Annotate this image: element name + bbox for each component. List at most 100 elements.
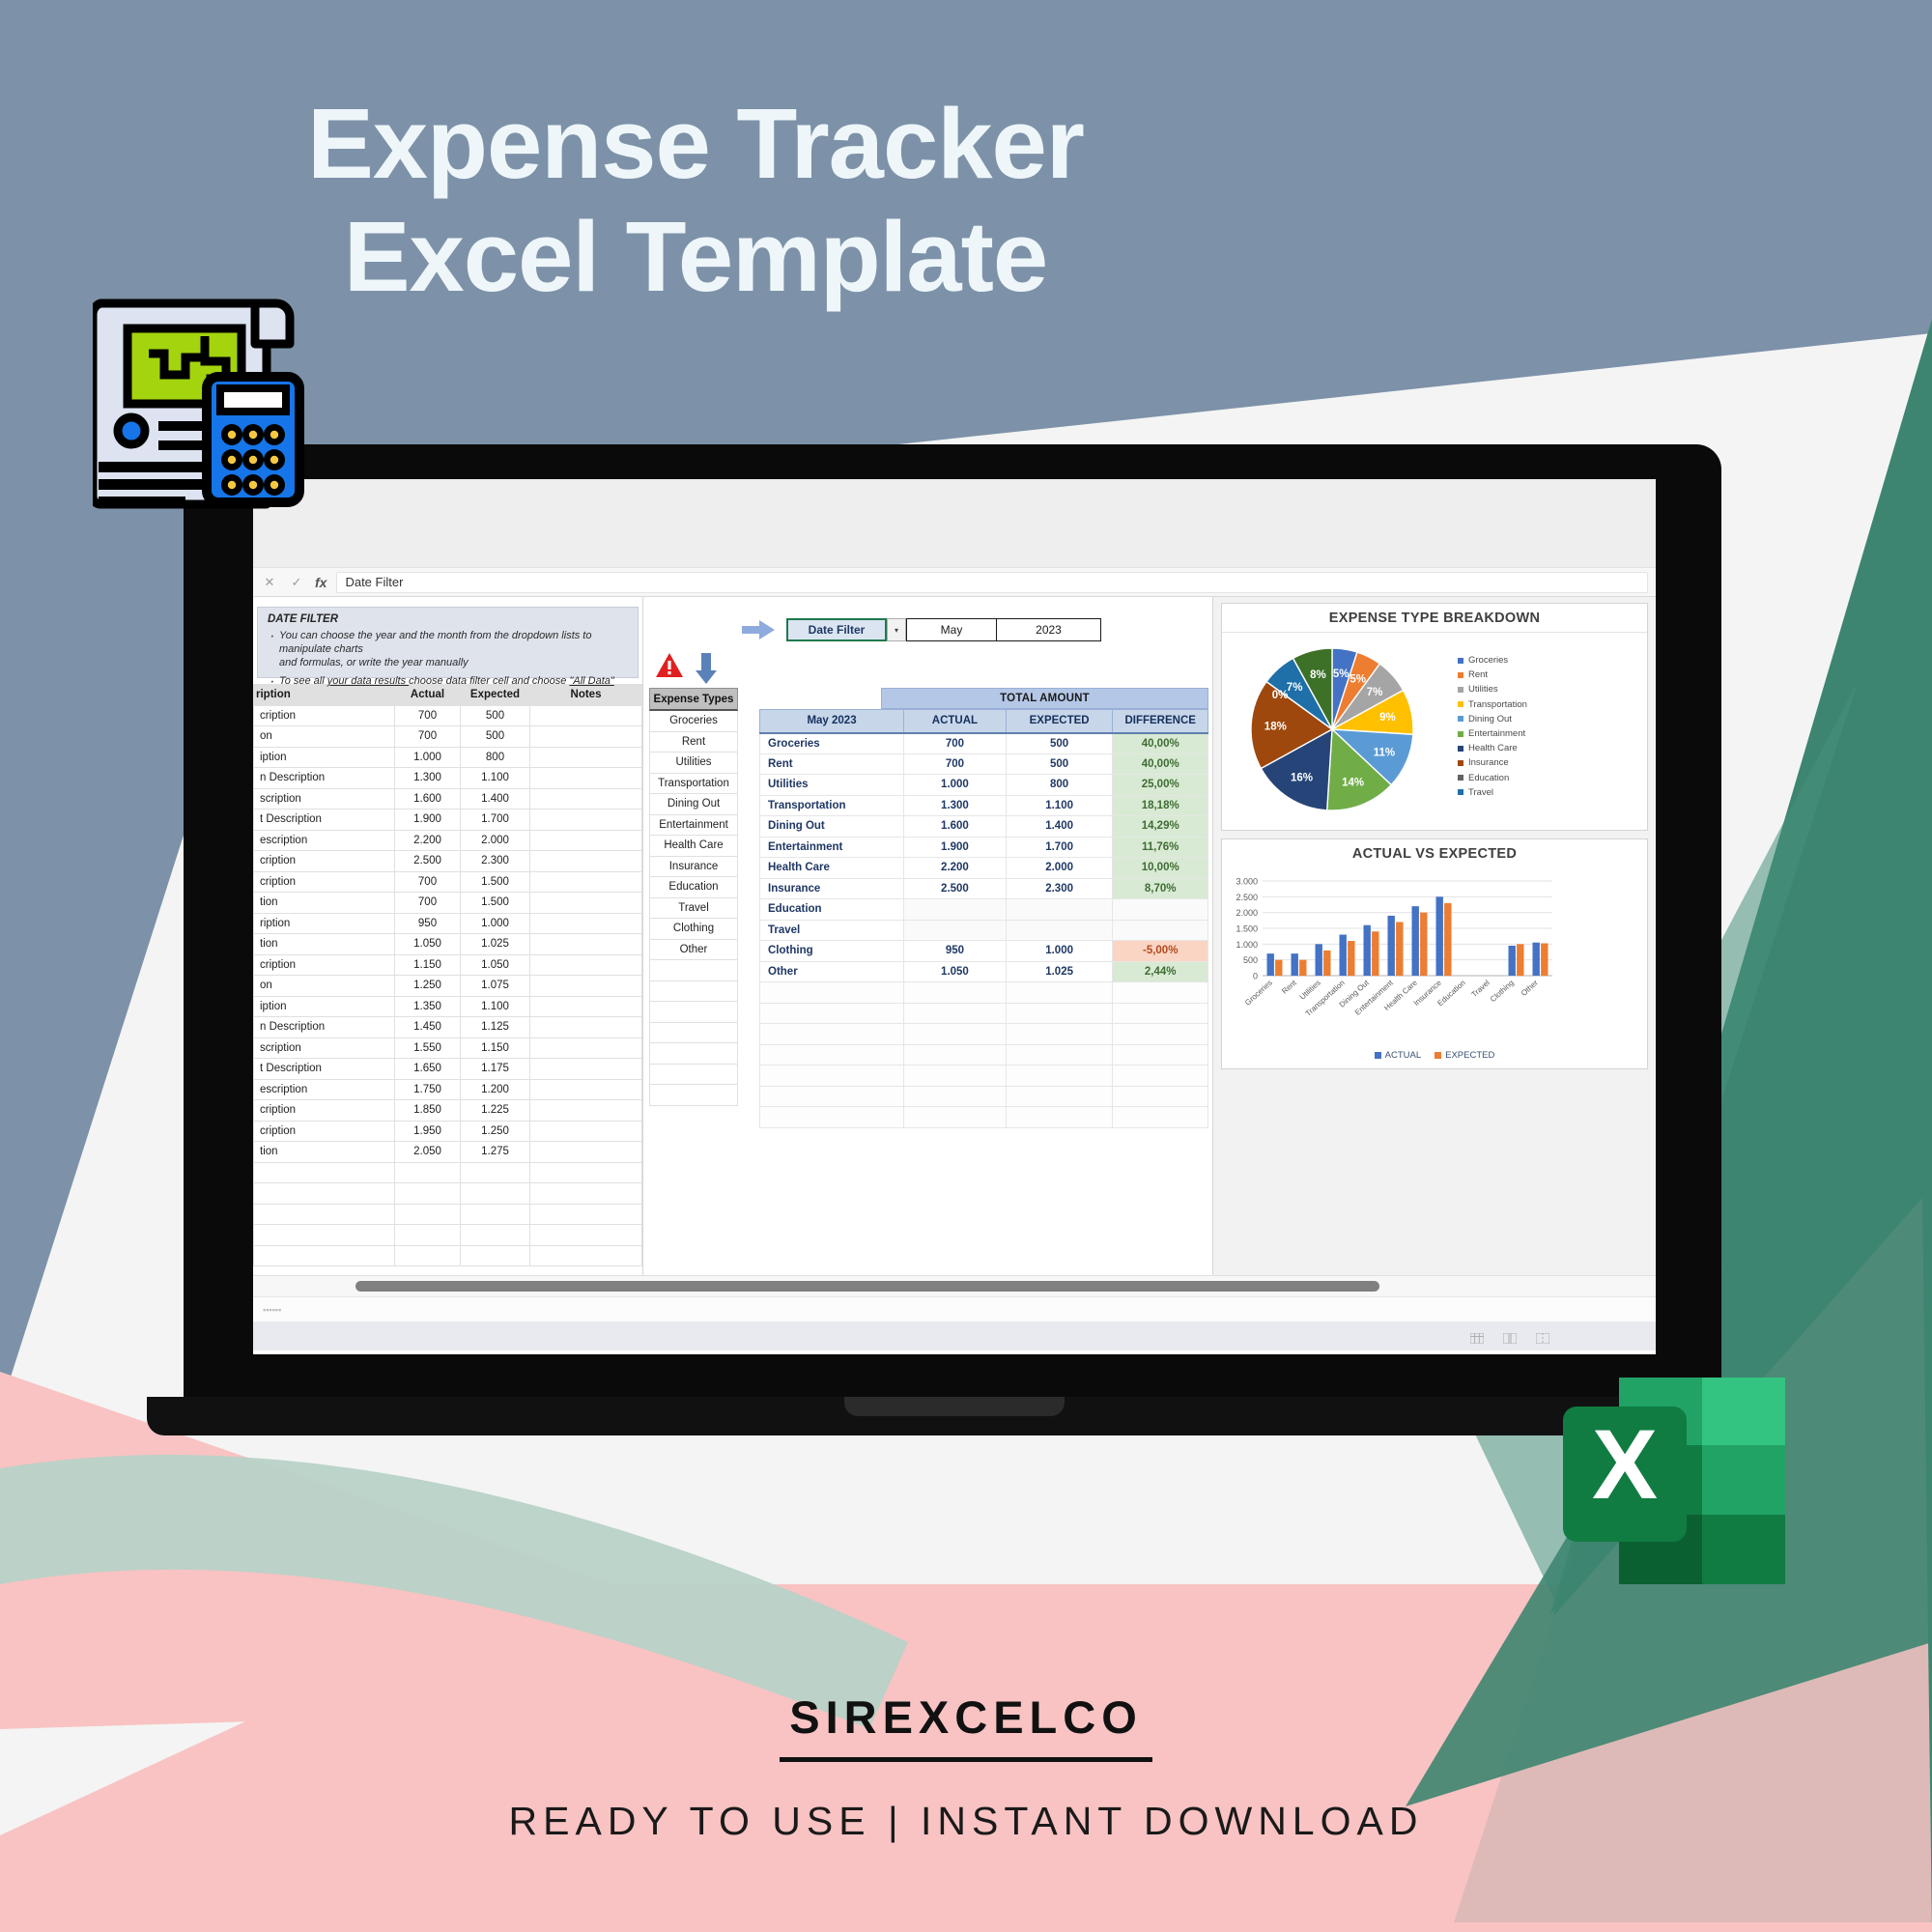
page-layout-icon[interactable] <box>1502 1331 1518 1344</box>
table-row-empty[interactable]: .... <box>758 1085 1208 1107</box>
table-row[interactable]: Travel <box>758 919 1208 941</box>
horizontal-scrollbar[interactable] <box>253 1275 1656 1296</box>
cell-notes[interactable] <box>529 725 642 748</box>
table-row-empty[interactable]: .... <box>758 1065 1208 1087</box>
insert-function-icon[interactable]: fx <box>315 575 327 590</box>
expense-type-item[interactable]: Transportation <box>649 773 738 794</box>
table-row[interactable]: Clothing 950 1.000 -5,00% <box>758 940 1208 962</box>
cell-notes[interactable] <box>529 1099 642 1122</box>
formula-input[interactable]: Date Filter <box>336 571 1648 593</box>
table-row[interactable]: scription 1.550 1.150 <box>253 1037 642 1059</box>
table-row[interactable]: tion 1.050 1.025 <box>253 933 642 955</box>
table-row[interactable]: Education <box>758 898 1208 921</box>
actual-vs-expected-chart[interactable]: ACTUAL VS EXPECTED 0 500 1.000 1.500 2.000 2.… <box>1221 838 1648 1069</box>
expense-type-item[interactable]: Entertainment <box>649 814 738 836</box>
cell-notes[interactable] <box>529 892 642 914</box>
table-row[interactable]: tion 700 1.500 <box>253 892 642 914</box>
cell-notes[interactable] <box>529 850 642 872</box>
table-row[interactable]: cription 1.850 1.225 <box>253 1099 642 1122</box>
cell-notes[interactable] <box>529 787 642 810</box>
sheet-tabs-bar[interactable]: ▪▪▪▪▪▪ <box>253 1296 1656 1321</box>
expense-type-item[interactable]: Clothing <box>649 919 738 940</box>
table-row[interactable]: iption 1.000 800 <box>253 746 642 768</box>
table-row[interactable]: on 1.250 1.075 <box>253 975 642 997</box>
date-filter-cell[interactable]: Date Filter <box>786 618 887 641</box>
expense-type-item[interactable]: Other <box>649 939 738 960</box>
table-row[interactable]: cription 700 1.500 <box>253 870 642 893</box>
table-row[interactable]: cription 2.500 2.300 <box>253 850 642 872</box>
table-row[interactable]: cription 1.950 1.250 <box>253 1120 642 1142</box>
table-row[interactable]: Dining Out 1.600 1.400 14,29% <box>758 815 1208 838</box>
table-row[interactable]: scription 1.600 1.400 <box>253 787 642 810</box>
page-break-icon[interactable] <box>1535 1331 1550 1344</box>
table-row[interactable]: escription 1.750 1.200 <box>253 1078 642 1100</box>
expense-type-item[interactable]: Insurance <box>649 856 738 877</box>
table-row[interactable]: Health Care 2.200 2.000 10,00% <box>758 857 1208 879</box>
cell-notes[interactable] <box>529 704 642 726</box>
table-row-empty[interactable]: .... <box>758 1043 1208 1065</box>
table-row[interactable]: iption 1.350 1.100 <box>253 995 642 1017</box>
year-cell[interactable]: 2023 <box>997 618 1101 641</box>
cell-notes[interactable] <box>529 933 642 955</box>
expense-type-item[interactable]: Utilities <box>649 753 738 774</box>
table-row[interactable]: ription 950 1.000 <box>253 912 642 934</box>
table-row[interactable]: Rent 700 500 40,00% <box>758 753 1208 775</box>
expense-type-item-empty[interactable]: . <box>649 1043 738 1065</box>
cell-notes[interactable] <box>529 1058 642 1080</box>
normal-view-icon[interactable] <box>1469 1331 1485 1344</box>
expense-type-item-empty[interactable]: . <box>649 1064 738 1085</box>
expense-type-item-empty[interactable]: . <box>649 1022 738 1043</box>
table-row-empty[interactable] <box>253 1182 642 1205</box>
table-row-empty[interactable]: .... <box>758 1002 1208 1024</box>
table-row-empty[interactable]: .... <box>758 981 1208 1004</box>
table-row[interactable]: cription 1.150 1.050 <box>253 953 642 976</box>
table-row-empty[interactable] <box>253 1244 642 1266</box>
table-row-empty[interactable] <box>253 1203 642 1225</box>
cell-notes[interactable] <box>529 767 642 789</box>
table-row[interactable]: n Description 1.450 1.125 <box>253 1016 642 1038</box>
table-row[interactable]: Transportation 1.300 1.100 18,18% <box>758 794 1208 816</box>
cell-notes[interactable] <box>529 995 642 1017</box>
expense-type-item[interactable]: Education <box>649 877 738 898</box>
formula-cancel-icon[interactable]: ✕ <box>261 575 278 590</box>
table-row[interactable]: tion 2.050 1.275 <box>253 1141 642 1163</box>
cell-notes[interactable] <box>529 975 642 997</box>
sheet-tab[interactable]: ▪▪▪▪▪▪ <box>263 1305 281 1315</box>
table-row[interactable]: cription 700 500 <box>253 704 642 726</box>
table-row[interactable]: escription 2.200 2.000 <box>253 829 642 851</box>
scrollbar-thumb[interactable] <box>355 1281 1379 1292</box>
cell-notes[interactable] <box>529 870 642 893</box>
table-row[interactable]: t Description 1.900 1.700 <box>253 809 642 831</box>
table-row[interactable]: Groceries 700 500 40,00% <box>758 732 1208 754</box>
cell-notes[interactable] <box>529 1141 642 1163</box>
table-row-empty[interactable] <box>253 1224 642 1246</box>
table-row[interactable]: n Description 1.300 1.100 <box>253 767 642 789</box>
cell-notes[interactable] <box>529 746 642 768</box>
cell-notes[interactable] <box>529 829 642 851</box>
expense-type-item[interactable]: Health Care <box>649 836 738 857</box>
cell-notes[interactable] <box>529 953 642 976</box>
table-row-empty[interactable]: .... <box>758 1023 1208 1045</box>
expense-type-item-empty[interactable]: . <box>649 1002 738 1023</box>
expense-type-item[interactable]: Dining Out <box>649 794 738 815</box>
expense-type-breakdown-chart[interactable]: EXPENSE TYPE BREAKDOWN 5% 5% 7% 9% 11% 14% 16%… <box>1221 603 1648 831</box>
expense-type-item-empty[interactable]: . <box>649 980 738 1002</box>
expense-type-item-empty[interactable]: . <box>649 960 738 981</box>
expense-type-item-empty[interactable]: . <box>649 1085 738 1106</box>
table-row[interactable]: Utilities 1.000 800 25,00% <box>758 774 1208 796</box>
table-row[interactable]: Insurance 2.500 2.300 8,70% <box>758 877 1208 899</box>
month-cell[interactable]: May <box>906 618 997 641</box>
table-row[interactable]: Other 1.050 1.025 2,44% <box>758 960 1208 982</box>
expense-type-item[interactable]: Travel <box>649 897 738 919</box>
cell-notes[interactable] <box>529 1120 642 1142</box>
cell-notes[interactable] <box>529 1016 642 1038</box>
table-row[interactable]: t Description 1.650 1.175 <box>253 1058 642 1080</box>
expense-type-item[interactable]: Rent <box>649 731 738 753</box>
cell-notes[interactable] <box>529 1078 642 1100</box>
chevron-down-icon[interactable]: ▾ <box>887 618 906 641</box>
table-row[interactable]: on 700 500 <box>253 725 642 748</box>
expense-type-item[interactable]: Groceries <box>649 711 738 732</box>
cell-notes[interactable] <box>529 1037 642 1059</box>
cell-notes[interactable] <box>529 912 642 934</box>
cell-notes[interactable] <box>529 809 642 831</box>
